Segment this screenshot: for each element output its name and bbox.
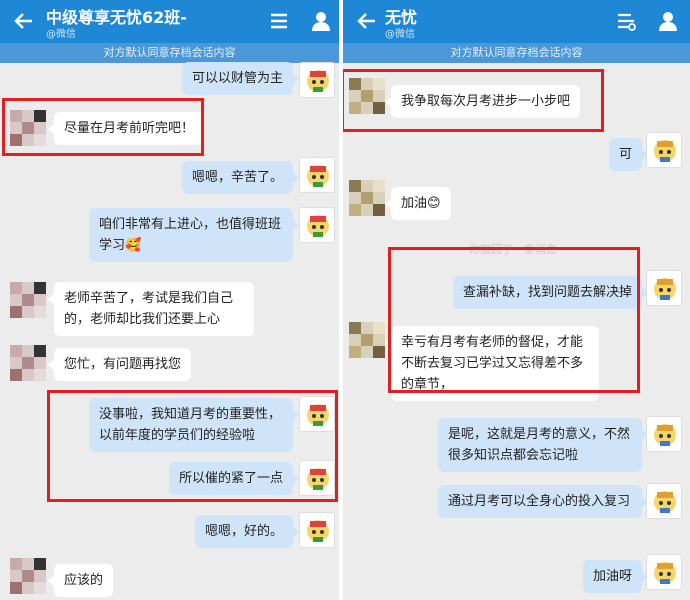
mascot-icon [654, 140, 676, 162]
person-icon[interactable] [657, 10, 679, 32]
teacher-avatar[interactable] [299, 460, 335, 496]
message-bubble[interactable]: 老师辛苦了，考试是我们自己的，老师却比我们还要上心 [48, 282, 254, 336]
user-avatar[interactable] [10, 345, 46, 381]
user-avatar[interactable] [349, 180, 385, 216]
message-bubble[interactable]: 幸亏有月考有老师的督促，才能不断去复习已学过又忘得差不多的章节， [385, 326, 599, 401]
settings-icon[interactable] [615, 10, 637, 32]
chat-subtitle: @微信 [385, 29, 415, 40]
mascot-icon [307, 70, 329, 92]
back-arrow-icon[interactable] [12, 9, 36, 33]
title-bar: 无忧 @微信 [343, 0, 690, 43]
teacher-avatar[interactable] [646, 483, 682, 519]
mascot-icon [654, 424, 676, 446]
mascot-icon [654, 491, 676, 513]
user-avatar[interactable] [349, 322, 385, 358]
person-icon[interactable] [310, 10, 332, 32]
teacher-avatar[interactable] [299, 512, 335, 548]
mascot-icon [307, 520, 329, 542]
title-bar: 中级尊享无忧62班- @微信 [0, 0, 339, 43]
message-bubble[interactable]: 咱们非常有上进心，也值得班班学习🥰 [89, 208, 299, 262]
mascot-icon [307, 215, 329, 237]
message-bubble[interactable]: 加油呀 [582, 560, 649, 593]
right-chat-panel: 无忧 @微信 对方默认同意存档会话内容 我争取每次月考进步一小步吧 可 加油😊 … [343, 0, 690, 600]
archive-notice: 对方默认同意存档会话内容 [0, 43, 339, 63]
mascot-icon [307, 404, 329, 426]
archive-notice: 对方默认同意存档会话内容 [343, 43, 690, 63]
teacher-avatar[interactable] [646, 554, 682, 590]
message-bubble[interactable]: 通过月考可以全身心的投入复习 [438, 485, 648, 518]
back-arrow-icon[interactable] [355, 9, 379, 33]
teacher-avatar[interactable] [299, 157, 335, 193]
chat-subtitle: @微信 [46, 29, 76, 40]
message-bubble[interactable]: 所以催的紧了一点 [168, 462, 300, 495]
left-chat-panel: 中级尊享无忧62班- @微信 对方默认同意存档会话内容 可以以财管为主 尽量在月… [0, 0, 339, 600]
message-bubble[interactable]: 应该的 [47, 564, 114, 597]
mascot-icon [307, 165, 329, 187]
message-bubble[interactable]: 我争取每次月考进步一小步吧 [384, 85, 581, 118]
message-bubble[interactable]: 可 [608, 138, 649, 171]
recall-notice: 你撤回了一条消息 [469, 243, 557, 256]
mascot-icon [654, 278, 676, 300]
teacher-avatar[interactable] [299, 207, 335, 243]
message-bubble[interactable]: 嗯嗯，好的。 [194, 515, 300, 548]
message-bubble[interactable]: 加油😊 [385, 187, 451, 220]
user-avatar[interactable] [10, 282, 46, 318]
teacher-avatar[interactable] [299, 62, 335, 98]
message-bubble[interactable]: 查漏补缺，找到问题去解决掉 [452, 276, 649, 309]
user-avatar[interactable] [349, 78, 385, 114]
message-bubble[interactable]: 没事啦，我知道月考的重要性，以前年度的学员们的经验啦 [89, 398, 299, 452]
teacher-avatar[interactable] [646, 416, 682, 452]
message-bubble[interactable]: 尽量在月考前听完吧！ [47, 112, 205, 145]
message-bubble[interactable]: 可以以财管为主 [181, 62, 300, 95]
message-bubble[interactable]: 您忙，有问题再找您 [47, 348, 192, 381]
user-avatar[interactable] [10, 558, 46, 594]
message-bubble[interactable]: 是呢，这就是月考的意义，不然很多知识点都会忘记啦 [438, 418, 648, 472]
menu-icon[interactable] [268, 10, 290, 32]
teacher-avatar[interactable] [299, 396, 335, 432]
mascot-icon [307, 468, 329, 490]
mascot-icon [654, 562, 676, 584]
teacher-avatar[interactable] [646, 270, 682, 306]
message-bubble[interactable]: 嗯嗯，辛苦了。 [181, 161, 300, 194]
teacher-avatar[interactable] [646, 132, 682, 168]
user-avatar[interactable] [10, 110, 46, 146]
